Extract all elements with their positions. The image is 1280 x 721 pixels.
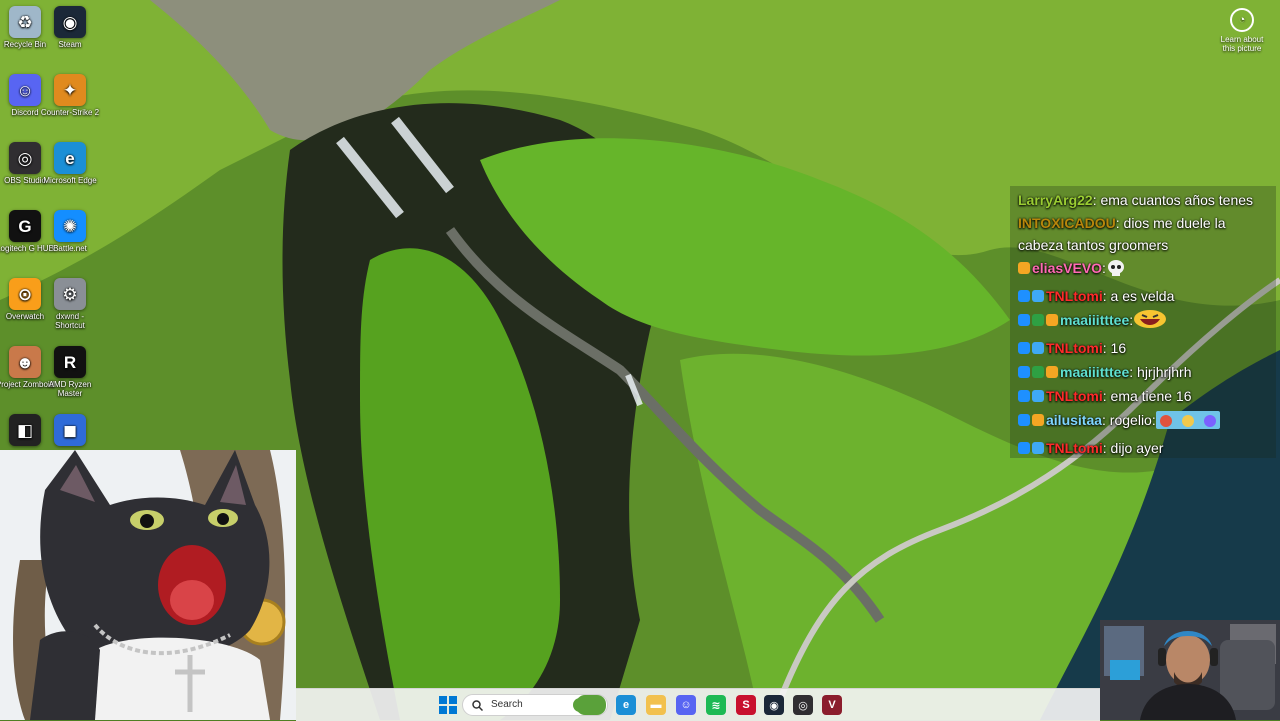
laugh-emote: [1133, 309, 1167, 336]
chat-message: LarryArg22: ema cuantos años tenes: [1018, 188, 1272, 212]
desktop-icon-battlenet[interactable]: ✺ Battle.net: [40, 210, 100, 253]
windows-logo-icon: [439, 696, 457, 714]
logitech-icon: G: [9, 210, 41, 242]
chat-badge-icon: [1032, 290, 1044, 302]
chat-message: eliasVEVO:: [1018, 256, 1272, 284]
camera-icon: ◔: [1230, 8, 1254, 32]
shadow-of-the-colossus-icon[interactable]: S: [736, 695, 756, 715]
valorant-icon[interactable]: V: [822, 695, 842, 715]
chat-username[interactable]: INTOXICADOU: [1018, 215, 1116, 231]
roblox-icon: ◼: [54, 414, 86, 446]
chat-username[interactable]: TNLtomi: [1046, 340, 1103, 356]
file-explorer-icon[interactable]: ▬: [646, 695, 666, 715]
overwatch-icon: ⊙: [9, 278, 41, 310]
discord-icon: ☺: [9, 74, 41, 106]
chat-message: TNLtomi: a es velda: [1018, 284, 1272, 308]
obs-icon: ◎: [9, 142, 41, 174]
learn-about-picture[interactable]: ◔ Learn about this picture: [1214, 8, 1270, 53]
chat-badge-icon: [1032, 314, 1044, 326]
roblox-studio-icon: ◧: [9, 414, 41, 446]
search-icon: [472, 700, 483, 711]
chat-text: : ema cuantos años tenes: [1092, 192, 1254, 208]
chat-username[interactable]: TNLtomi: [1046, 388, 1103, 404]
chat-text: : rogelio:: [1102, 412, 1156, 428]
chat-message: INTOXICADOU: dios me duele la cabeza tan…: [1018, 212, 1272, 256]
dxwnd-icon: ⚙: [54, 278, 86, 310]
battlenet-icon: ✺: [54, 210, 86, 242]
search-placeholder: Search: [491, 699, 523, 710]
chat-text: : ema tiene 16: [1102, 388, 1192, 404]
recycle-bin-icon: ♻: [9, 6, 41, 38]
cat-avatar-webcam: [0, 450, 296, 720]
edge-icon: e: [54, 142, 86, 174]
chat-badge-icon: [1018, 314, 1030, 326]
desktop-icon-counter-strike[interactable]: ✦ Counter-Strike 2: [40, 74, 100, 117]
chat-text: : hjrjhrjhrh: [1129, 364, 1192, 380]
ryzen-icon: R: [54, 346, 86, 378]
desktop-icon-steam[interactable]: ◉ Steam: [40, 6, 100, 49]
chat-badge-icon: [1018, 390, 1030, 402]
obs-taskbar-icon[interactable]: ◎: [793, 695, 813, 715]
chat-username[interactable]: maaiiitttee: [1060, 312, 1129, 328]
chat-badge-icon: [1018, 290, 1030, 302]
chat-username[interactable]: eliasVEVO: [1032, 260, 1102, 276]
chat-text: : dijo ayer: [1102, 440, 1164, 456]
chat-text: : a es velda: [1102, 288, 1175, 304]
steam-icon: ◉: [54, 6, 86, 38]
chat-username[interactable]: LarryArg22: [1018, 192, 1093, 208]
desktop-icon-label: Counter-Strike 2: [40, 108, 100, 117]
chat-message: maaiiitttee:: [1018, 308, 1272, 336]
edge-taskbar-icon[interactable]: e: [616, 695, 636, 715]
chat-badge-icon: [1046, 314, 1058, 326]
desktop-icon-edge[interactable]: e Microsoft Edge: [40, 142, 100, 185]
desktop-icon-label: Battle.net: [53, 244, 87, 253]
chat-badge-icon: [1046, 366, 1058, 378]
chat-username[interactable]: maaiiitttee: [1060, 364, 1129, 380]
desktop-icon-label: Steam: [58, 40, 82, 49]
chat-badge-icon: [1018, 442, 1030, 454]
chat-badge-icon: [1032, 414, 1044, 426]
desktop-icon-label: Microsoft Edge: [43, 176, 97, 185]
chat-badge-icon: [1032, 442, 1044, 454]
learn-about-picture-label: Learn about this picture: [1220, 35, 1264, 53]
counter-strike-icon: ✦: [54, 74, 86, 106]
chat-username[interactable]: TNLtomi: [1046, 288, 1103, 304]
desktop-icon-label: AMD Ryzen Master: [48, 380, 92, 398]
chat-username[interactable]: TNLtomi: [1046, 440, 1103, 456]
chat-message: TNLtomi: ema tiene 16: [1018, 384, 1272, 408]
chat-text: : 16: [1102, 340, 1127, 356]
desktop-icon-dxwnd[interactable]: ⚙ dxwnd - Shortcut: [40, 278, 100, 330]
chat-message: ailusitaa: rogelio:: [1018, 408, 1272, 436]
desktop-icon-label: dxwnd - Shortcut: [55, 312, 85, 330]
desktop-icon-roblox[interactable]: ◼: [40, 414, 100, 448]
spotify-icon[interactable]: ≋: [706, 695, 726, 715]
chat-username[interactable]: ailusitaa: [1046, 412, 1102, 428]
zomboid-icon: ☻: [9, 346, 41, 378]
chat-badge-icon: [1032, 366, 1044, 378]
chat-badge-icon: [1018, 342, 1030, 354]
chat-message: maaiiitttee: hjrjhrjhrh: [1018, 360, 1272, 384]
chat-badge-icon: [1032, 390, 1044, 402]
chat-badge-icon: [1018, 262, 1030, 274]
chat-badge-icon: [1018, 366, 1030, 378]
chat-badge-icon: [1032, 342, 1044, 354]
discord-taskbar-icon[interactable]: ☺: [676, 695, 696, 715]
widgets-icon[interactable]: [576, 695, 606, 715]
skull-emote: [1106, 259, 1126, 284]
streamer-webcam: [1100, 620, 1280, 720]
chat-message: TNLtomi: dijo ayer: [1018, 436, 1272, 460]
start-button[interactable]: [438, 695, 458, 715]
chat-message: TNLtomi: 16: [1018, 336, 1272, 360]
stream-chat-overlay: LarryArg22: ema cuantos años tenes INTOXI…: [1010, 186, 1276, 458]
steam-taskbar-icon[interactable]: ◉: [764, 695, 784, 715]
desktop-icon-ryzen[interactable]: R AMD Ryzen Master: [40, 346, 100, 398]
banner-emote: [1155, 411, 1220, 436]
chat-badge-icon: [1018, 414, 1030, 426]
taskbar: Search e ▬ ☺ ≋ S ◉ ◎ V: [296, 688, 1100, 721]
